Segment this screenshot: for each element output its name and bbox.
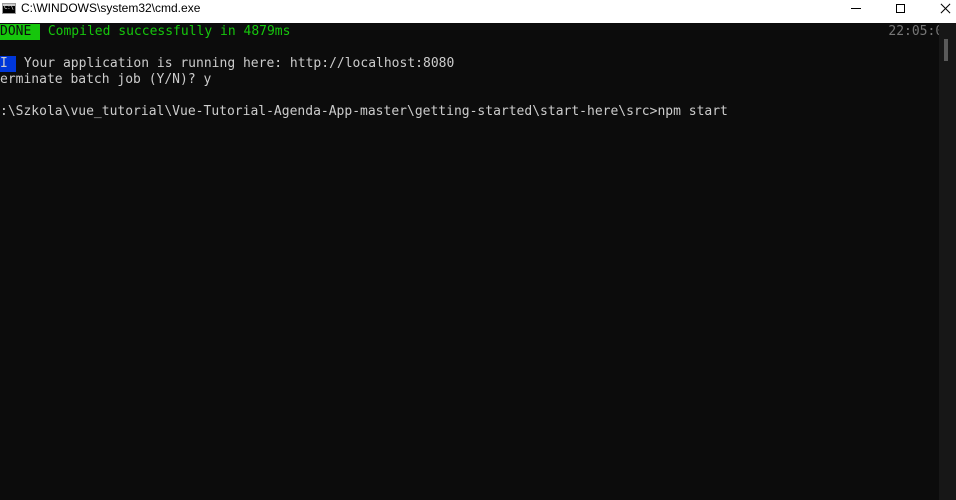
window-title: C:\WINDOWS\system32\cmd.exe xyxy=(21,1,201,15)
console-line-running: I Your application is running here: http… xyxy=(0,56,454,72)
maximize-icon xyxy=(895,4,905,13)
compiled-message: Compiled successfully in 4879ms xyxy=(40,24,291,39)
vertical-scrollbar[interactable] xyxy=(939,23,956,500)
console-line-prompt: :\Szkola\vue_tutorial\Vue-Tutorial-Agend… xyxy=(0,104,728,119)
info-badge: I xyxy=(0,56,16,72)
title-bar[interactable]: C:\ C:\WINDOWS\system32\cmd.exe xyxy=(0,0,956,23)
console-line-compiled: DONE Compiled successfully in 4879ms 22:0… xyxy=(0,24,939,40)
cmd-window: C:\ C:\WINDOWS\system32\cmd.exe DONE Com… xyxy=(0,0,956,500)
timestamp: 22:05:00 xyxy=(888,24,939,39)
cmd-icon-text: C:\ xyxy=(4,4,14,11)
cmd-icon[interactable]: C:\ xyxy=(2,3,16,14)
maximize-button[interactable] xyxy=(877,0,923,17)
minimize-button[interactable] xyxy=(833,0,879,17)
close-icon xyxy=(940,3,951,14)
minimize-icon xyxy=(851,8,861,9)
running-message: Your application is running here: http:/… xyxy=(16,56,455,71)
console-line-terminate: erminate batch job (Y/N)? y xyxy=(0,72,212,87)
close-button[interactable] xyxy=(922,0,956,17)
console-output[interactable]: DONE Compiled successfully in 4879ms 22:0… xyxy=(0,23,939,500)
scrollbar-thumb[interactable] xyxy=(944,39,948,61)
done-badge: DONE xyxy=(0,24,40,40)
